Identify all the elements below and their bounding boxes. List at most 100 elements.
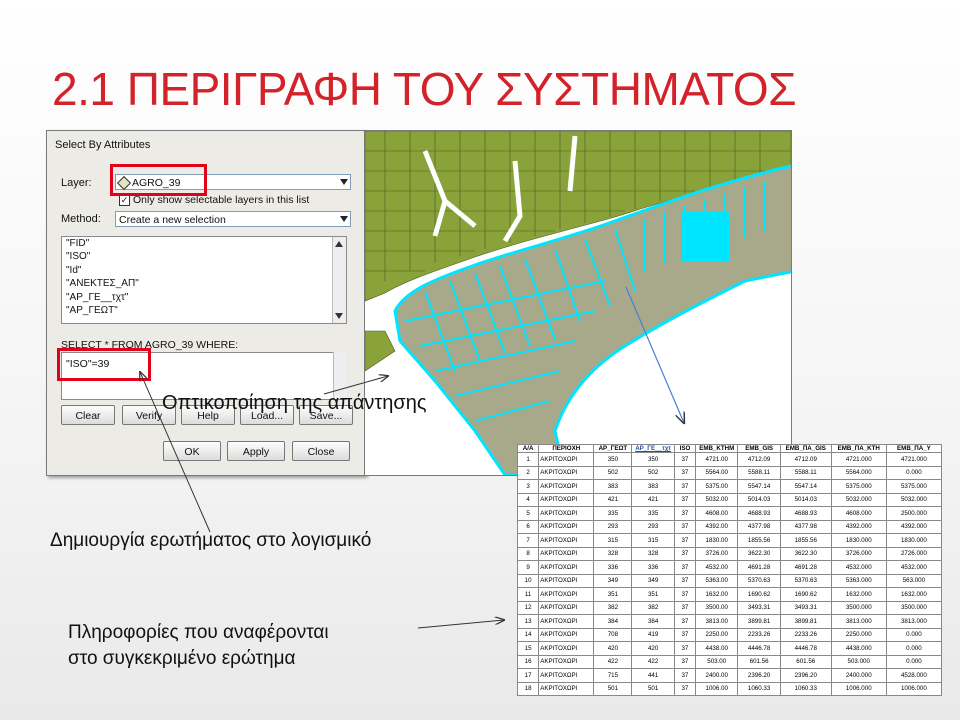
table-cell: ΑΚΡΙΤΟΧΩΡΙ <box>538 560 595 575</box>
fields-list[interactable]: "FID" "ISO" "Id" "ΑΝΕΚΤΕΣ_ΑΠ" "ΑΡ_ΓΕ__τχ… <box>61 236 347 324</box>
map-view[interactable] <box>364 130 792 476</box>
table-row: 14 ΑΚΡΙΤΟΧΩΡΙ 708 419 37 2250.00 2233.26 2233.2… <box>516 627 943 642</box>
table-cell: 4392.000 <box>830 519 887 534</box>
table-row: 18 ΑΚΡΙΤΟΧΩΡΙ 501 501 37 1006.00 1060.33 1060.3… <box>516 681 943 696</box>
table-cell: 5014.03 <box>779 492 832 507</box>
caption-query: Δημιουργία ερωτήματος στο λογισμικό <box>50 530 372 551</box>
table-cell: 5014.03 <box>737 492 781 507</box>
sql-highlight-box <box>57 348 151 381</box>
table-cell: ΑΚΡΙΤΟΧΩΡΙ <box>538 654 595 669</box>
table-cell: 3622.30 <box>779 546 832 561</box>
table-cell: 4438.000 <box>830 641 887 656</box>
table-cell: 1830.000 <box>830 533 887 548</box>
list-item[interactable]: "ΑΡ_ΓΕΩΤ" <box>62 304 346 317</box>
table-cell: 37 <box>673 573 697 588</box>
table-cell: 1632.000 <box>885 587 943 602</box>
list-item[interactable]: "ΑΡ_ΓΕ__τχτ" <box>62 291 346 304</box>
table-cell: 13 <box>516 614 540 629</box>
scrollbar[interactable] <box>332 237 346 323</box>
caption-info-line2: στο συγκεκριμένο ερώτημα <box>68 648 296 669</box>
table-cell: 5363.00 <box>695 573 739 588</box>
table-cell: 5564.00 <box>695 465 739 480</box>
table-cell: 349 <box>593 573 633 588</box>
scroll-down-icon[interactable] <box>335 313 343 319</box>
table-cell: 4532.000 <box>830 560 887 575</box>
layer-label: Layer: <box>61 177 92 189</box>
table-cell: ΑΚΡΙΤΟΧΩΡΙ <box>538 492 595 507</box>
table-cell: 1855.56 <box>737 533 781 548</box>
table-cell: 350 <box>631 452 675 467</box>
method-dropdown[interactable]: Create a new selection <box>115 211 351 227</box>
apply-button[interactable]: Apply <box>227 441 285 461</box>
table-cell: 3500.000 <box>830 600 887 615</box>
table-cell: 0.000 <box>885 641 943 656</box>
table-cell: 715 <box>593 668 633 683</box>
table-cell: 37 <box>673 452 697 467</box>
table-cell: 422 <box>593 654 633 669</box>
table-cell: 37 <box>673 492 697 507</box>
table-cell: 5588.11 <box>737 465 781 480</box>
table-cell: 293 <box>593 519 633 534</box>
parcel-map <box>365 131 791 475</box>
table-cell: ΑΚΡΙΤΟΧΩΡΙ <box>538 600 595 615</box>
table-cell: 501 <box>631 681 675 696</box>
table-cell: 1632.00 <box>695 587 739 602</box>
list-item[interactable]: "ΑΝΕΚΤΕΣ_ΑΠ" <box>62 277 346 290</box>
table-cell: 4 <box>516 492 540 507</box>
table-cell: 2233.26 <box>737 627 781 642</box>
clear-button[interactable]: Clear <box>61 405 115 425</box>
table-cell: 1006.000 <box>830 681 887 696</box>
close-button[interactable]: Close <box>292 441 350 461</box>
table-row: 9 ΑΚΡΙΤΟΧΩΡΙ 336 336 37 4532.00 4691.28 4691.28… <box>516 560 943 575</box>
table-cell: 601.56 <box>737 654 781 669</box>
table-cell: 419 <box>631 627 675 642</box>
table-cell: 351 <box>631 587 675 602</box>
table-cell: 4688.93 <box>779 506 832 521</box>
table-cell: 5564.000 <box>830 465 887 480</box>
table-cell: 422 <box>631 654 675 669</box>
selectable-layers-checkbox[interactable]: ✓ <box>119 195 130 206</box>
table-cell: 708 <box>593 627 633 642</box>
table-cell: 4528.000 <box>885 668 943 683</box>
table-cell: 350 <box>593 452 633 467</box>
table-cell: 5370.63 <box>779 573 832 588</box>
table-cell: 2500.000 <box>885 506 943 521</box>
table-cell: 4721.00 <box>695 452 739 467</box>
table-cell: 12 <box>516 600 540 615</box>
table-cell: 502 <box>631 465 675 480</box>
list-item[interactable]: "Id" <box>62 264 346 277</box>
list-item[interactable]: "FID" <box>62 237 346 250</box>
column-header: Α/Α <box>516 444 540 453</box>
table-cell: 349 <box>631 573 675 588</box>
table-cell: 4721.000 <box>830 452 887 467</box>
table-cell: 4691.28 <box>737 560 781 575</box>
table-row: 8 ΑΚΡΙΤΟΧΩΡΙ 328 328 37 3726.00 3622.30 3622.30… <box>516 546 943 561</box>
table-cell: 1 <box>516 452 540 467</box>
ok-button[interactable]: OK <box>163 441 221 461</box>
column-header: ΕΜΒ_ΠΑ_GIS <box>779 444 832 453</box>
table-cell: 4392.00 <box>695 519 739 534</box>
scroll-up-icon[interactable] <box>335 241 343 247</box>
table-cell: 336 <box>631 560 675 575</box>
table-cell: 3813.000 <box>885 614 943 629</box>
table-cell: ΑΚΡΙΤΟΧΩΡΙ <box>538 533 595 548</box>
table-cell: 4712.09 <box>737 452 781 467</box>
dialog-title: Select By Attributes <box>55 139 151 151</box>
table-cell: 5032.000 <box>885 492 943 507</box>
table-cell: 3899.81 <box>779 614 832 629</box>
table-cell: 1690.62 <box>737 587 781 602</box>
table-body: 1 ΑΚΡΙΤΟΧΩΡΙ 350 350 37 4721.00 4712.09 4712.09… <box>516 452 943 696</box>
table-cell: 382 <box>631 600 675 615</box>
table-cell: 37 <box>673 465 697 480</box>
table-cell: 15 <box>516 641 540 656</box>
table-cell: 3500.000 <box>885 600 943 615</box>
list-item[interactable]: "ISO" <box>62 250 346 263</box>
table-cell: 383 <box>593 479 633 494</box>
table-cell: ΑΚΡΙΤΟΧΩΡΙ <box>538 465 595 480</box>
table-header-row: Α/Α ΠΕΡΙΟΧΗ ΑΡ_ΓΕΩΤ ΑΡ_ΓΕ__τχτ ISO ΕΜΒ_ΚΤΗΜ ΕΜ… <box>516 444 943 453</box>
table-cell: 1830.000 <box>885 533 943 548</box>
table-cell: 3726.000 <box>830 546 887 561</box>
table-cell: 5370.63 <box>737 573 781 588</box>
table-cell: 384 <box>593 614 633 629</box>
table-row: 13 ΑΚΡΙΤΟΧΩΡΙ 384 384 37 3813.00 3899.81 3899.8… <box>516 614 943 629</box>
